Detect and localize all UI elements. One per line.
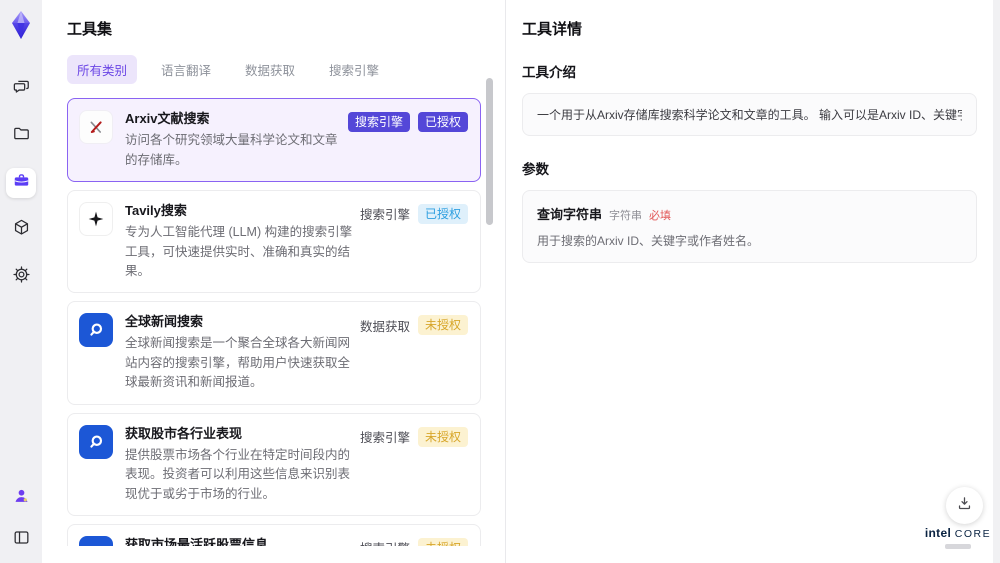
tab-data-acquisition[interactable]: 数据获取 — [235, 55, 305, 84]
tool-list-item-tavily[interactable]: Tavily搜索 专为人工智能代理 (LLM) 构建的搜索引擎工具，可快速提供实… — [67, 189, 481, 294]
category-label: 数据获取 — [359, 319, 410, 334]
download-button[interactable] — [946, 487, 983, 524]
auth-status-badge: 已授权 — [417, 203, 468, 224]
params-heading: 参数 — [522, 162, 549, 177]
tool-name: Tavily搜索 — [125, 202, 187, 218]
tool-name: 获取股市各行业表现 — [125, 425, 243, 441]
news-search-icon — [79, 313, 113, 348]
sidebar-item-tools[interactable] — [6, 168, 36, 198]
sidebar-item-packages[interactable] — [6, 215, 36, 245]
category-tabs: 所有类别 语言翻译 数据获取 搜索引擎 — [67, 55, 481, 84]
core-wordmark: CORE — [954, 528, 992, 540]
auth-status-badge: 未授权 — [417, 426, 468, 447]
chat-icon — [12, 77, 31, 101]
tool-list: Arxiv文献搜索 访问各个研究领域大量科学论文和文章的存储库。 搜索引擎 已授… — [67, 98, 481, 546]
sidebar-item-settings[interactable] — [6, 262, 36, 292]
tab-search-engine[interactable]: 搜索引擎 — [319, 55, 389, 84]
tool-list-item-active-stocks[interactable]: 获取市场最活跃股票信息 提供当天交易量最高的股票列表。投资者可以利用这些信息来识… — [67, 523, 481, 546]
app-window: 工具集 所有类别 语言翻译 数据获取 搜索引擎 Arxiv文献搜索 访问各个研究… — [0, 0, 1000, 563]
user-profile-button[interactable] — [6, 483, 36, 513]
gear-icon — [12, 265, 31, 289]
intel-wordmark: intel — [924, 526, 952, 540]
folder-icon — [12, 124, 31, 148]
user-avatar-icon — [12, 486, 31, 510]
intel-badge-sub — [945, 544, 971, 549]
category-badge: 搜索引擎 — [347, 112, 410, 132]
auth-status-badge: 未授权 — [417, 537, 468, 546]
category-label: 搜索引擎 — [359, 208, 410, 223]
tool-description: 专为人工智能代理 (LLM) 构建的搜索引擎工具，可快速提供实时、准确和真实的结… — [125, 225, 353, 278]
intel-core-logo: intel CORE — [922, 524, 994, 549]
tool-details-panel: 工具详情 工具介绍 一个用于从Arxiv存储库搜索科学论文和文章的工具。 输入可… — [505, 0, 993, 563]
param-required-flag: 必填 — [649, 210, 672, 222]
page-scrollbar[interactable] — [993, 0, 1000, 563]
panel-collapse-button[interactable] — [6, 525, 36, 555]
auth-status-badge: 未授权 — [417, 315, 468, 336]
tool-name: Arxiv文献搜索 — [125, 111, 210, 126]
sidebar-item-files[interactable] — [6, 121, 36, 151]
download-icon — [956, 495, 973, 517]
sidebar-nav — [6, 74, 36, 292]
active-stocks-icon — [79, 535, 113, 546]
details-title: 工具详情 — [522, 21, 583, 38]
auth-status-badge: 已授权 — [417, 112, 468, 132]
tab-language-translation[interactable]: 语言翻译 — [151, 55, 221, 84]
category-label: 搜索引擎 — [360, 538, 410, 546]
category-label: 搜索引擎 — [359, 431, 410, 446]
tool-name: 全球新闻搜索 — [125, 314, 204, 330]
tool-name: 获取市场最活跃股票信息 — [125, 536, 269, 546]
stock-sector-icon — [79, 424, 113, 459]
tool-intro-box: 一个用于从Arxiv存储库搜索科学论文和文章的工具。 输入可以是Arxiv ID… — [522, 93, 977, 136]
briefcase-icon — [12, 171, 31, 195]
intro-heading: 工具介绍 — [522, 65, 576, 80]
sidebar-item-chat[interactable] — [6, 74, 36, 104]
sidebar-bottom — [6, 483, 36, 555]
param-type: 字符串 — [609, 210, 643, 222]
left-sidebar — [0, 0, 42, 563]
param-description: 用于搜索的Arxiv ID、关键字或作者姓名。 — [537, 234, 760, 248]
panel-toggle-icon — [12, 528, 31, 552]
page-title: 工具集 — [67, 21, 113, 38]
list-scrollbar-thumb[interactable] — [486, 78, 493, 225]
app-logo-diamond-icon — [8, 10, 34, 40]
parameter-box: 查询字符串 字符串 必填 用于搜索的Arxiv ID、关键字或作者姓名。 — [522, 190, 977, 263]
tool-list-item-arxiv[interactable]: Arxiv文献搜索 访问各个研究领域大量科学论文和文章的存储库。 搜索引擎 已授… — [67, 98, 481, 182]
tools-list-panel: 工具集 所有类别 语言翻译 数据获取 搜索引擎 Arxiv文献搜索 访问各个研究… — [42, 0, 505, 563]
tool-description: 提供股票市场各个行业在特定时间段内的表现。投资者可以利用这些信息来识别表现优于或… — [125, 447, 351, 501]
tavily-star-icon — [79, 201, 113, 236]
arxiv-logo-icon — [79, 110, 113, 144]
tool-list-item-global-news[interactable]: 全球新闻搜索 全球新闻搜索是一个聚合全球各大新闻网站内容的搜索引擎，帮助用户快速… — [67, 301, 481, 405]
tool-description: 全球新闻搜索是一个聚合全球各大新闻网站内容的搜索引擎，帮助用户快速获取全球最新资… — [125, 336, 351, 390]
cube-icon — [12, 218, 31, 242]
tool-description: 访问各个研究领域大量科学论文和文章的存储库。 — [125, 133, 338, 167]
tool-list-item-stock-sectors[interactable]: 获取股市各行业表现 提供股票市场各个行业在特定时间段内的表现。投资者可以利用这些… — [67, 412, 481, 516]
param-name: 查询字符串 — [537, 207, 603, 222]
tab-all-categories[interactable]: 所有类别 — [67, 55, 138, 84]
tool-intro-text: 一个用于从Arxiv存储库搜索科学论文和文章的工具。 输入可以是Arxiv ID… — [537, 108, 962, 122]
